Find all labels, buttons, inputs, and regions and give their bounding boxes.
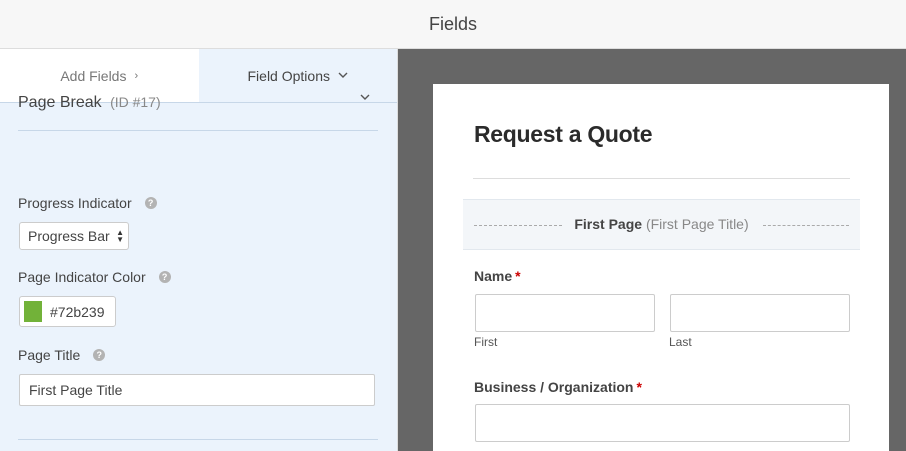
required-marker: * — [515, 268, 521, 284]
name-field-label: Name * — [474, 268, 521, 284]
help-icon[interactable]: ? — [144, 197, 157, 209]
page-break-subtitle: (First Page Title) — [645, 216, 749, 232]
page-title-label-text: Page Title — [18, 347, 81, 363]
page-title-input-value: First Page Title — [29, 382, 123, 398]
collapse-chevron-icon[interactable] — [360, 90, 370, 104]
form-title: Request a Quote — [474, 121, 653, 147]
required-marker: * — [636, 379, 642, 395]
last-name-input[interactable] — [670, 294, 850, 332]
section-divider — [18, 439, 378, 440]
section-title: Page Break (ID #17) — [18, 94, 161, 112]
progress-indicator-label-text: Progress Indicator — [18, 195, 132, 211]
page-break-field[interactable]: First Page (First Page Title) — [463, 199, 860, 250]
top-bar: Fields — [0, 0, 906, 49]
first-name-input[interactable] — [475, 294, 655, 332]
last-sublabel: Last — [669, 335, 692, 349]
page-break-label: First Page (First Page Title) — [463, 216, 860, 232]
section-title-text: Page Break — [18, 94, 102, 111]
title-divider — [473, 178, 850, 179]
business-input[interactable] — [475, 404, 850, 442]
section-id: (ID #17) — [110, 94, 161, 110]
help-icon[interactable]: ? — [93, 349, 106, 361]
color-swatch[interactable] — [24, 301, 42, 322]
tab-field-options-label: Field Options — [247, 67, 330, 84]
business-field-label-text: Business / Organization — [474, 379, 634, 395]
color-hex-value: #72b239 — [50, 304, 105, 320]
field-section-header[interactable]: Page Break (ID #17) — [18, 90, 378, 131]
progress-indicator-label: Progress Indicator ? — [18, 195, 157, 211]
page-indicator-color-label: Page Indicator Color ? — [18, 269, 171, 285]
tab-add-fields-label: Add Fields — [60, 67, 127, 84]
chevron-down-icon — [338, 70, 348, 82]
page-title-input[interactable]: First Page Title — [19, 374, 375, 406]
page-indicator-color-label-text: Page Indicator Color — [18, 269, 146, 285]
chevron-right-icon: › — [134, 69, 139, 82]
name-field-label-text: Name — [474, 268, 513, 284]
select-arrows-icon: ▲ ▼ — [116, 228, 124, 244]
help-icon[interactable]: ? — [158, 271, 171, 283]
page-title-label: Page Title ? — [18, 347, 106, 363]
progress-indicator-select[interactable]: Progress Bar ▲ ▼ — [19, 222, 129, 250]
progress-indicator-value: Progress Bar — [28, 228, 110, 244]
page-title: Fields — [428, 13, 477, 34]
page-break-name: First Page — [574, 216, 643, 232]
first-sublabel: First — [474, 335, 498, 349]
business-field-label: Business / Organization * — [474, 379, 642, 395]
color-picker-input[interactable]: #72b239 — [19, 296, 116, 327]
